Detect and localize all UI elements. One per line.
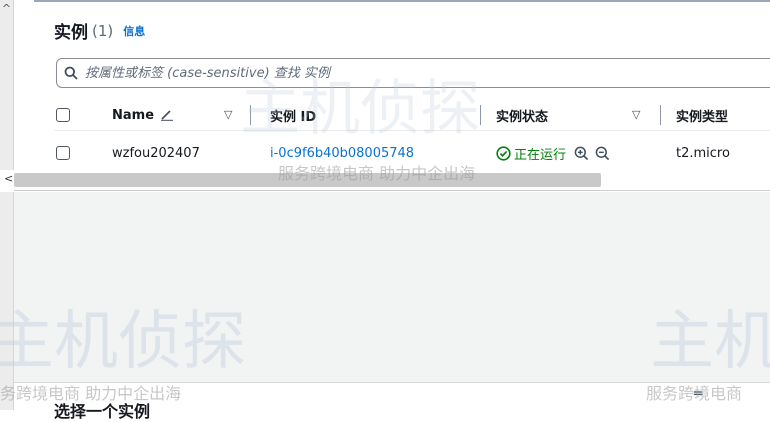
scroll-up-arrow-icon[interactable]: ^ [0, 2, 13, 16]
search-input[interactable] [85, 65, 770, 81]
column-divider[interactable] [660, 105, 661, 125]
sort-desc-icon[interactable]: ▽ [224, 108, 232, 121]
split-panel-title: 选择一个实例 [54, 402, 151, 421]
column-header-instance-type[interactable]: 实例类型 [676, 100, 728, 130]
column-label-name: Name [112, 107, 155, 123]
vertical-scrollbar[interactable]: ^ [0, 0, 14, 410]
column-header-name[interactable]: Name [112, 100, 174, 130]
page-title: 实例 [54, 23, 88, 43]
instance-name: wzfou202407 [112, 145, 200, 161]
search-bar[interactable] [56, 58, 770, 88]
running-check-icon [496, 145, 511, 161]
row-checkbox[interactable] [56, 146, 70, 160]
column-header-instance-id[interactable]: 实例 ID [270, 100, 316, 130]
instance-state-label: 正在运行 [514, 147, 567, 163]
instance-id-link[interactable]: i-0c9f6b40b08005748 [270, 138, 414, 168]
column-label-instance-id: 实例 ID [270, 109, 317, 125]
column-header-instance-state[interactable]: 实例状态 [496, 100, 548, 130]
info-link[interactable]: 信息 [123, 23, 145, 39]
instance-state: 正在运行 [496, 138, 610, 168]
zoom-out-icon[interactable] [595, 146, 610, 161]
column-label-instance-state: 实例状态 [496, 109, 549, 125]
horizontal-scrollbar[interactable]: < [0, 170, 770, 192]
select-all-checkbox[interactable] [56, 108, 70, 122]
table-header: Name ▽ 实例 ID 实例状态 ▽ 实例类型 [54, 100, 770, 131]
drag-handle-icon[interactable]: ═ [694, 386, 702, 402]
table-row[interactable]: wzfou202407 i-0c9f6b40b08005748 正在运行 t2.… [54, 138, 770, 168]
panel-header: 实例 (1) 信息 [54, 18, 145, 44]
column-label-instance-type: 实例类型 [676, 109, 729, 125]
empty-area [14, 192, 770, 382]
column-divider[interactable] [480, 105, 481, 125]
search-icon [57, 66, 85, 80]
sort-desc-icon[interactable]: ▽ [632, 108, 640, 121]
zoom-in-icon[interactable] [574, 146, 589, 161]
edit-pencil-icon[interactable] [160, 109, 174, 121]
column-divider[interactable] [250, 105, 251, 125]
scrollbar-thumb[interactable] [14, 173, 601, 187]
instance-count: (1) [92, 21, 114, 40]
scrollbar-track-line [14, 190, 770, 191]
instance-type: t2.micro [676, 145, 730, 161]
panel-top-border [34, 0, 770, 2]
scroll-left-arrow-icon[interactable]: < [4, 172, 13, 185]
